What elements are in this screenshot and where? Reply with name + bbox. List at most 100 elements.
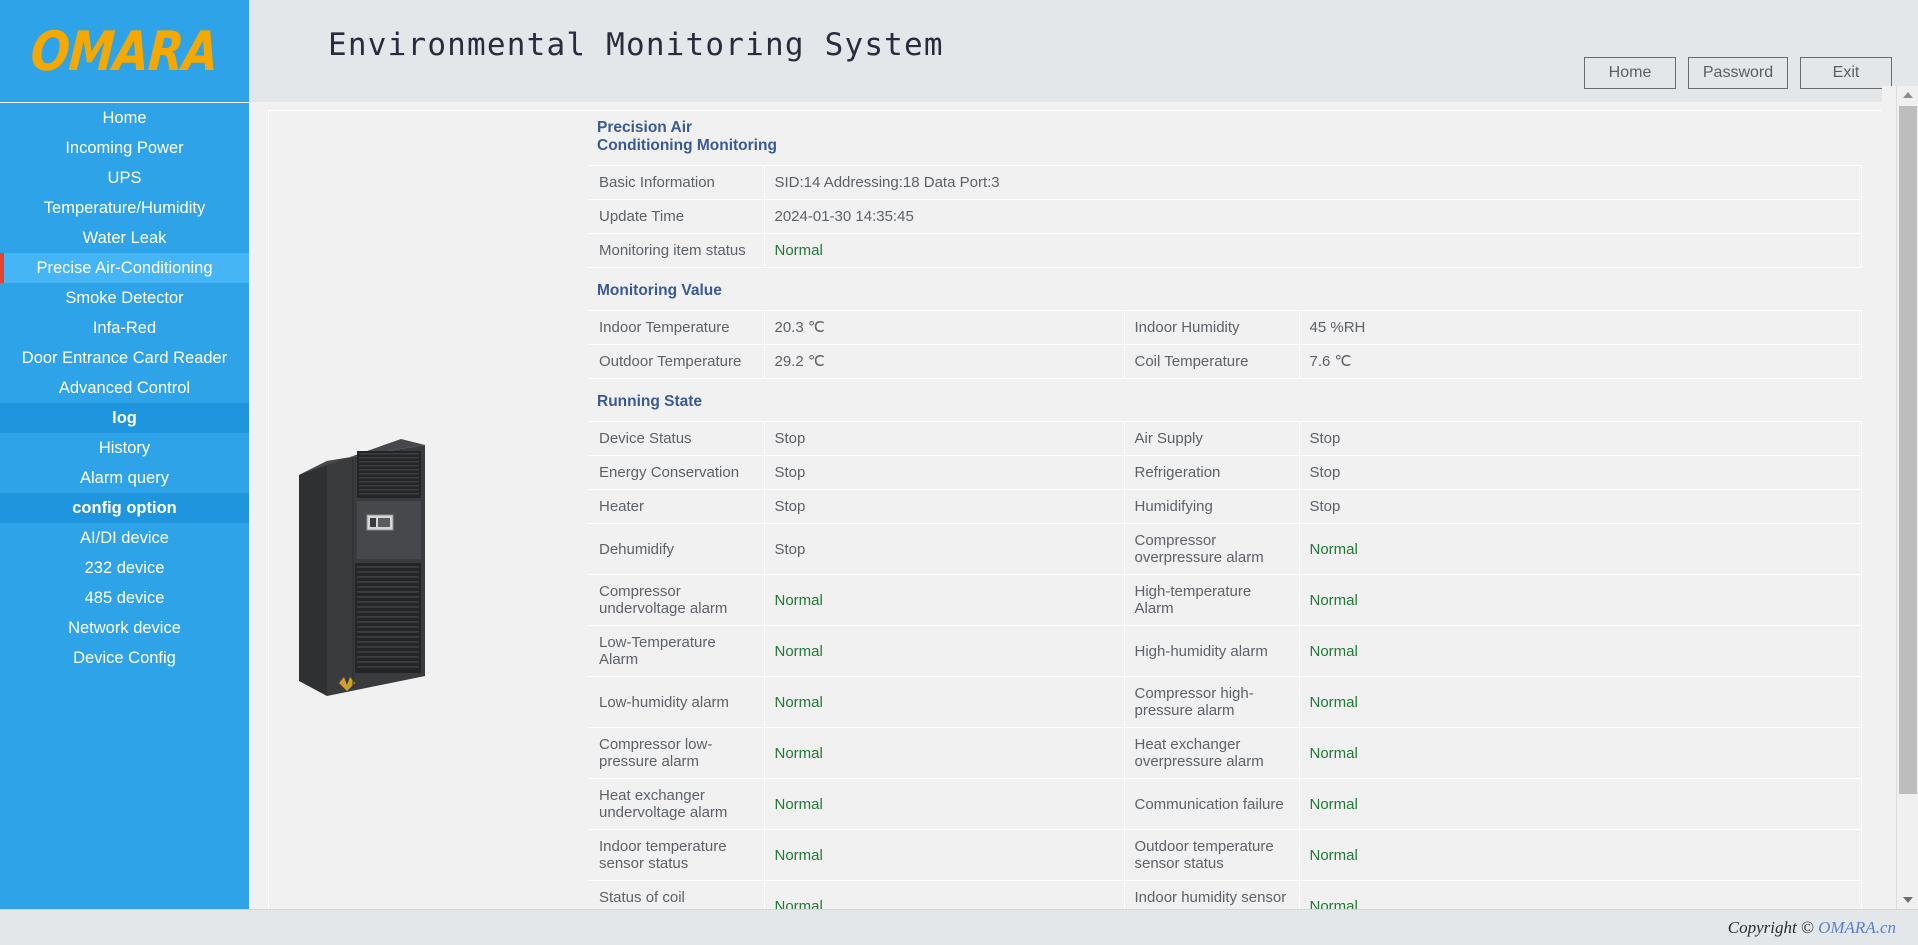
- status-badge: Normal: [764, 830, 1124, 881]
- password-button[interactable]: Password: [1688, 57, 1788, 89]
- table-row: Heat exchanger undervoltage alarmNormalC…: [589, 779, 1861, 830]
- sidebar-item-water-leak[interactable]: Water Leak: [0, 223, 249, 253]
- row-label: Low-Temperature Alarm: [589, 626, 764, 677]
- device-image-column: [269, 111, 589, 925]
- table-row: Basic InformationSID:14 Addressing:18 Da…: [589, 166, 1861, 200]
- main-content: Precision Air Conditioning Monitoring Ba…: [268, 110, 1882, 925]
- table-row: Low-humidity alarmNormalCompressor high-…: [589, 677, 1861, 728]
- row-value: Stop: [764, 422, 1124, 456]
- table-row: Energy ConservationStopRefrigerationStop: [589, 456, 1861, 490]
- section-heading-monitoring-value: Monitoring Value: [589, 268, 1882, 310]
- table-row: Indoor temperature sensor statusNormalOu…: [589, 830, 1861, 881]
- page-title: Environmental Monitoring System: [328, 27, 944, 63]
- status-badge: Normal: [1299, 626, 1861, 677]
- row-value: 7.6 ℃: [1299, 345, 1861, 379]
- status-badge: Normal: [764, 575, 1124, 626]
- sidebar-item-temperature-humidity[interactable]: Temperature/Humidity: [0, 193, 249, 223]
- row-label: Heat exchanger undervoltage alarm: [589, 779, 764, 830]
- sidebar-item-incoming-power[interactable]: Incoming Power: [0, 133, 249, 163]
- row-label: Compressor low-pressure alarm: [589, 728, 764, 779]
- table-row: Monitoring item statusNormal: [589, 234, 1861, 268]
- content-right-rail: [1882, 86, 1896, 909]
- monitoring-panel: Precision Air Conditioning Monitoring Ba…: [589, 111, 1882, 925]
- row-label: Humidifying: [1124, 490, 1299, 524]
- sidebar-item-ups[interactable]: UPS: [0, 163, 249, 193]
- sidebar-item-device-config[interactable]: Device Config: [0, 643, 249, 673]
- row-label: Energy Conservation: [589, 456, 764, 490]
- row-label: Coil Temperature: [1124, 345, 1299, 379]
- row-label: Dehumidify: [589, 524, 764, 575]
- sidebar-item-alarm-query[interactable]: Alarm query: [0, 463, 249, 493]
- brand-link[interactable]: OMARA.cn: [1818, 918, 1896, 937]
- row-label: High-temperature Alarm: [1124, 575, 1299, 626]
- sidebar-nav: HomeIncoming PowerUPSTemperature/Humidit…: [0, 103, 249, 945]
- app-footer: Copyright © OMARA.cn: [0, 909, 1918, 945]
- row-label: Indoor Temperature: [589, 311, 764, 345]
- row-value: Stop: [1299, 422, 1861, 456]
- status-badge: Normal: [1299, 524, 1861, 575]
- row-label: Refrigeration: [1124, 456, 1299, 490]
- copyright-notice: Copyright © OMARA.cn: [1728, 918, 1896, 938]
- page-scrollbar[interactable]: [1896, 86, 1918, 909]
- copyright-text: Copyright ©: [1728, 918, 1814, 937]
- sidebar-item-home[interactable]: Home: [0, 103, 249, 133]
- sidebar-item-485-device[interactable]: 485 device: [0, 583, 249, 613]
- table-row: Indoor Temperature20.3 ℃Indoor Humidity4…: [589, 311, 1861, 345]
- row-label: Indoor Humidity: [1124, 311, 1299, 345]
- app-header: OMARA Environmental Monitoring System Ho…: [0, 0, 1918, 102]
- sidebar-item-precise-air-conditioning[interactable]: Precise Air-Conditioning: [0, 253, 249, 283]
- home-button[interactable]: Home: [1584, 57, 1676, 89]
- monitoring-value-table: Indoor Temperature20.3 ℃Indoor Humidity4…: [589, 310, 1862, 379]
- sidebar-item-smoke-detector[interactable]: Smoke Detector: [0, 283, 249, 313]
- sidebar-item-ai-di-device[interactable]: AI/DI device: [0, 523, 249, 553]
- row-value: Stop: [1299, 456, 1861, 490]
- row-label: Heater: [589, 490, 764, 524]
- sidebar-item-door-entrance-card-reader[interactable]: Door Entrance Card Reader: [0, 343, 249, 373]
- basic-info-table: Basic InformationSID:14 Addressing:18 Da…: [589, 165, 1862, 268]
- scroll-up-arrow-icon[interactable]: [1897, 86, 1918, 104]
- sidebar-item-infa-red[interactable]: Infa-Red: [0, 313, 249, 343]
- sidebar-item-history[interactable]: History: [0, 433, 249, 463]
- row-label: Update Time: [589, 200, 764, 234]
- scroll-down-arrow-icon[interactable]: [1897, 891, 1918, 909]
- status-badge: Normal: [764, 234, 1861, 268]
- row-value: Stop: [764, 524, 1124, 575]
- row-label: Monitoring item status: [589, 234, 764, 268]
- row-label: Air Supply: [1124, 422, 1299, 456]
- table-row: Compressor undervoltage alarmNormalHigh-…: [589, 575, 1861, 626]
- scrollbar-thumb[interactable]: [1899, 106, 1917, 794]
- status-badge: Normal: [1299, 728, 1861, 779]
- exit-button[interactable]: Exit: [1800, 57, 1892, 89]
- status-badge: Normal: [764, 626, 1124, 677]
- table-row: DehumidifyStopCompressor overpressure al…: [589, 524, 1861, 575]
- section-heading-precision-air: Precision Air Conditioning Monitoring: [589, 111, 1882, 165]
- row-value: Stop: [1299, 490, 1861, 524]
- row-label: Heat exchanger overpressure alarm: [1124, 728, 1299, 779]
- application-root: OMARA Environmental Monitoring System Ho…: [0, 0, 1918, 945]
- row-label: Compressor undervoltage alarm: [589, 575, 764, 626]
- sidebar-group-config-option: config option: [0, 493, 249, 523]
- row-label: Basic Information: [589, 166, 764, 200]
- table-row: Outdoor Temperature29.2 ℃Coil Temperatur…: [589, 345, 1861, 379]
- status-badge: Normal: [764, 779, 1124, 830]
- logo-text: OMARA: [29, 24, 219, 78]
- row-value: 2024-01-30 14:35:45: [764, 200, 1861, 234]
- table-row: Update Time2024-01-30 14:35:45: [589, 200, 1861, 234]
- row-value: 20.3 ℃: [764, 311, 1124, 345]
- row-label: Low-humidity alarm: [589, 677, 764, 728]
- sidebar-item-232-device[interactable]: 232 device: [0, 553, 249, 583]
- row-label: Indoor temperature sensor status: [589, 830, 764, 881]
- sidebar-item-network-device[interactable]: Network device: [0, 613, 249, 643]
- row-label: Compressor overpressure alarm: [1124, 524, 1299, 575]
- row-label: Outdoor temperature sensor status: [1124, 830, 1299, 881]
- row-value: SID:14 Addressing:18 Data Port:3: [764, 166, 1861, 200]
- sidebar-group-log: log: [0, 403, 249, 433]
- brand-logo[interactable]: OMARA: [0, 0, 249, 102]
- status-badge: Normal: [764, 677, 1124, 728]
- status-badge: Normal: [1299, 677, 1861, 728]
- header-button-group: Home Password Exit: [1584, 57, 1892, 89]
- status-badge: Normal: [1299, 830, 1861, 881]
- precision-ac-unit-image: [297, 439, 427, 704]
- sidebar-item-advanced-control[interactable]: Advanced Control: [0, 373, 249, 403]
- row-value: 29.2 ℃: [764, 345, 1124, 379]
